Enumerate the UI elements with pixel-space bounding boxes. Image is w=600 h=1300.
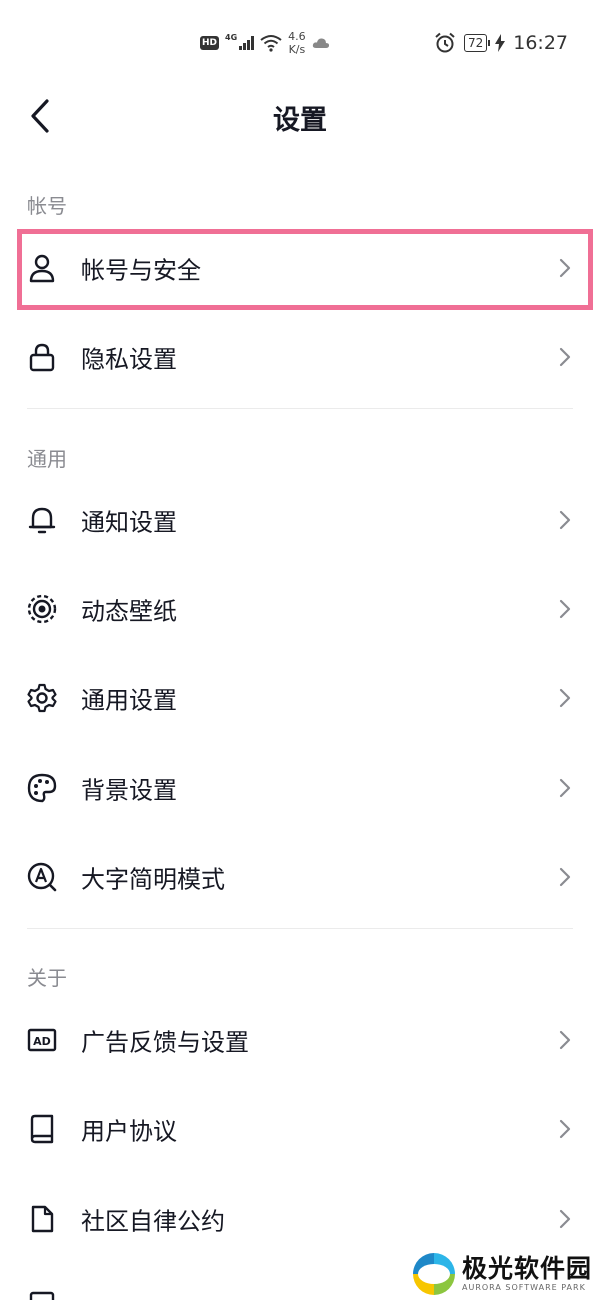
settings-item-label: 通知设置 — [81, 508, 177, 537]
status-right: 72 16:27 — [434, 32, 568, 54]
speed-unit: K/s — [288, 43, 306, 56]
settings-item-label: 用户协议 — [81, 1117, 177, 1146]
watermark: 极光软件园 AURORA SOFTWARE PARK — [412, 1252, 592, 1296]
settings-item-community-guidelines[interactable]: 社区自律公约 — [0, 1179, 600, 1259]
settings-item-label: 通用设置 — [81, 686, 177, 715]
chevron-right-icon — [559, 599, 571, 619]
settings-item-label: 大字简明模式 — [81, 865, 225, 894]
settings-item-live-wallpaper[interactable]: 动态壁纸 — [0, 569, 600, 649]
settings-item-background[interactable]: 背景设置 — [0, 748, 600, 828]
alarm-icon — [435, 32, 455, 53]
chevron-right-icon — [559, 1209, 571, 1229]
settings-item-label: 帐号与安全 — [81, 256, 201, 285]
clock-time: 16:27 — [513, 32, 568, 54]
chevron-right-icon — [559, 1119, 571, 1139]
aurora-logo-icon — [412, 1253, 455, 1295]
live-wallpaper-icon — [27, 594, 57, 624]
network-type: 4G — [225, 32, 238, 42]
list-icon — [29, 1291, 55, 1300]
nav-bar: 设置 — [0, 88, 600, 144]
book-icon — [30, 1114, 54, 1144]
svg-text:AD: AD — [33, 1035, 51, 1048]
cloud-icon — [312, 38, 329, 48]
signal-icon — [239, 36, 255, 50]
watermark-subtitle: AURORA SOFTWARE PARK — [461, 1283, 586, 1292]
status-bar: HD 4G 4.6 K/s 72 16:27 — [0, 0, 600, 88]
section-header-about: 关于 — [27, 966, 67, 990]
chevron-right-icon — [559, 510, 571, 530]
section-header-account: 帐号 — [27, 194, 67, 218]
chevron-right-icon — [559, 688, 571, 708]
document-icon — [31, 1205, 54, 1233]
section-divider — [27, 408, 573, 409]
watermark-title: 极光软件园 — [461, 1254, 592, 1283]
settings-item-notifications[interactable]: 通知设置 — [0, 480, 600, 560]
settings-item-label: 社区自律公约 — [81, 1207, 225, 1236]
palette-icon — [27, 773, 57, 803]
chevron-right-icon — [559, 778, 571, 798]
charging-icon — [495, 34, 506, 52]
section-header-general: 通用 — [27, 447, 67, 471]
settings-item-ad-feedback[interactable]: AD 广告反馈与设置 — [0, 1000, 600, 1080]
chevron-right-icon — [559, 867, 571, 887]
settings-item-large-font-mode[interactable]: 大字简明模式 — [0, 837, 600, 917]
bell-icon — [28, 507, 56, 534]
status-left: HD 4G 4.6 K/s — [200, 30, 330, 56]
ad-icon: AD — [27, 1028, 57, 1052]
settings-item-privacy[interactable]: 隐私设置 — [0, 317, 600, 397]
wifi-icon — [260, 35, 282, 52]
settings-item-account-security[interactable]: 帐号与安全 — [0, 228, 600, 308]
page-title: 设置 — [273, 105, 327, 136]
hd-badge: HD — [200, 36, 220, 50]
settings-item-label: 广告反馈与设置 — [81, 1028, 249, 1057]
section-divider — [27, 928, 573, 929]
gear-icon — [27, 683, 57, 713]
battery-indicator: 72 — [463, 34, 491, 52]
lock-icon — [29, 343, 55, 372]
settings-item-label: 隐私设置 — [81, 345, 177, 374]
watermark-text: 极光软件园 AURORA SOFTWARE PARK — [462, 1255, 592, 1293]
chevron-right-icon — [559, 347, 571, 367]
settings-item-label: 动态壁纸 — [81, 597, 177, 626]
settings-item-general[interactable]: 通用设置 — [0, 658, 600, 738]
settings-item-label: 背景设置 — [81, 776, 177, 805]
chevron-right-icon — [559, 1030, 571, 1050]
user-icon — [29, 254, 55, 283]
settings-item-user-agreement[interactable]: 用户协议 — [0, 1089, 600, 1169]
chevron-right-icon — [559, 258, 571, 278]
large-font-icon — [27, 862, 57, 892]
speed-value: 4.6 — [288, 30, 306, 43]
network-speed: 4.6 K/s — [288, 30, 306, 56]
